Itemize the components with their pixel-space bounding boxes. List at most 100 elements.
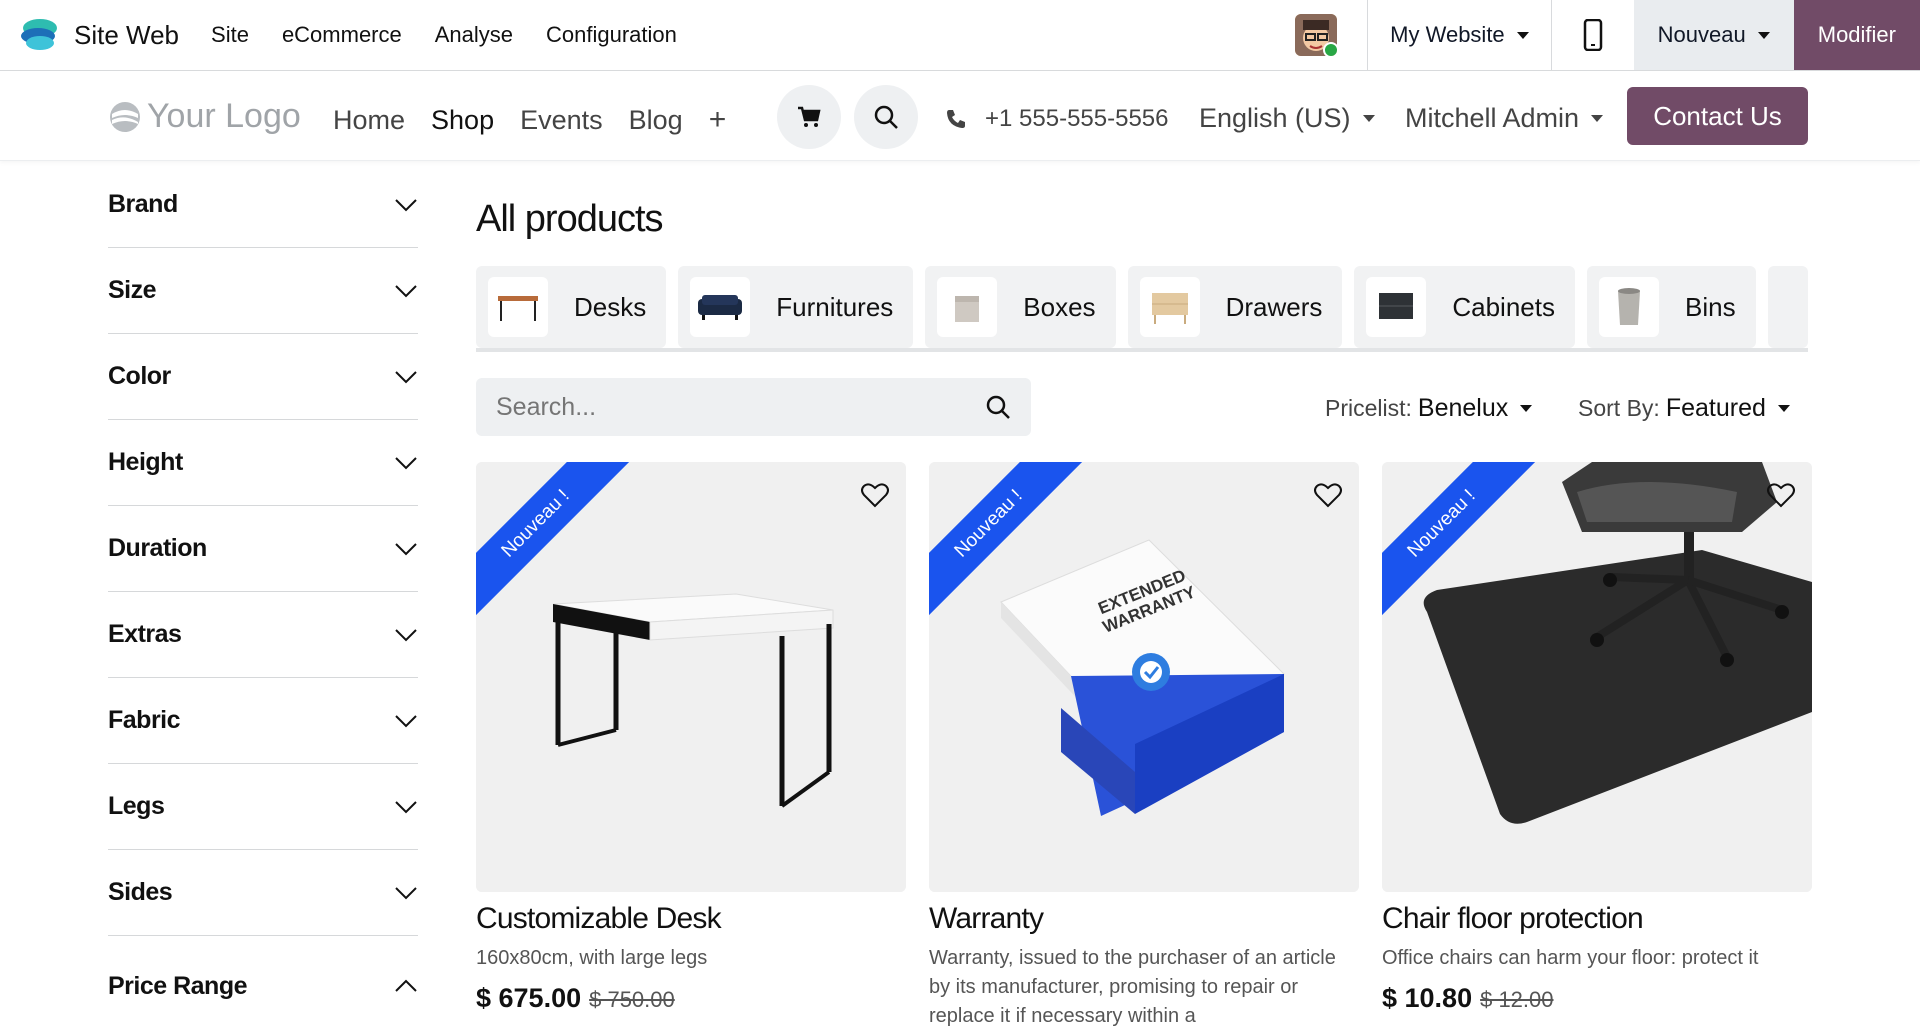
filter-label: Price Range — [108, 971, 248, 1000]
product-image[interactable]: EXTENDED WARRANTY Nouveau ! — [929, 462, 1359, 892]
filter-label: Extras — [108, 620, 182, 648]
filter-label: Brand — [108, 190, 178, 218]
chevron-down-icon — [395, 284, 417, 297]
caret-down-icon — [1591, 115, 1604, 122]
caret-down-icon — [1362, 115, 1375, 122]
nav-blog[interactable]: Blog — [629, 105, 683, 136]
wishlist-heart-icon[interactable] — [1313, 480, 1343, 510]
product-name[interactable]: Customizable Desk — [476, 902, 906, 936]
product-card[interactable]: Nouveau ! Chair floor protection Office … — [1382, 462, 1812, 1014]
category-desks[interactable]: Desks — [476, 266, 667, 348]
filter-label: Height — [108, 448, 183, 476]
category-label: Boxes — [1023, 291, 1096, 322]
filter-price-range[interactable]: Price Range — [108, 936, 418, 1036]
new-content-button[interactable]: Nouveau — [1633, 0, 1794, 70]
category-boxes[interactable]: Boxes — [925, 266, 1116, 348]
category-label: Desks — [574, 291, 647, 322]
category-label: Cabinets — [1452, 291, 1555, 322]
user-avatar[interactable] — [1295, 14, 1338, 56]
filter-size[interactable]: Size — [108, 248, 418, 334]
category-furnitures[interactable]: Furnitures — [678, 266, 914, 348]
sort-selector[interactable]: Sort By: Featured — [1578, 394, 1790, 423]
shopping-cart-icon — [798, 106, 821, 127]
product-image[interactable]: Nouveau ! — [1382, 462, 1812, 892]
chevron-down-icon — [395, 800, 417, 813]
product-image[interactable]: Nouveau ! — [476, 462, 906, 892]
mobile-preview-button[interactable] — [1552, 0, 1634, 70]
app-brand[interactable]: Site Web — [20, 0, 211, 70]
search-button[interactable] — [854, 85, 918, 149]
chevron-down-icon — [395, 628, 417, 641]
product-description: Office chairs can harm your floor: prote… — [1382, 947, 1759, 969]
menu-site[interactable]: Site — [211, 22, 249, 48]
sort-label: Sort By: — [1578, 395, 1660, 421]
drawer-thumbnail — [1139, 277, 1200, 337]
chevron-down-icon — [395, 714, 417, 727]
edit-label: Modifier — [1817, 22, 1896, 47]
add-page-button[interactable]: + — [709, 103, 727, 137]
search-input[interactable] — [496, 392, 936, 422]
filter-duration[interactable]: Duration — [108, 506, 418, 592]
pricelist-selector[interactable]: Pricelist: Benelux — [1325, 394, 1533, 423]
filter-sides[interactable]: Sides — [108, 850, 418, 936]
chevron-down-icon — [395, 370, 417, 383]
filter-legs[interactable]: Legs — [108, 764, 418, 850]
chevron-up-icon — [395, 979, 417, 992]
products-main: All products Desks Furnitures Boxes Draw — [476, 162, 1812, 1027]
menu-ecommerce[interactable]: eCommerce — [282, 22, 402, 48]
bin-thumbnail — [1598, 277, 1659, 337]
product-name[interactable]: Warranty — [929, 902, 1359, 936]
original-price: $ 12.00 — [1480, 987, 1554, 1012]
filter-extras[interactable]: Extras — [108, 592, 418, 678]
user-name: Mitchell Admin — [1405, 103, 1580, 133]
phone-link[interactable]: +1 555-555-5556 — [945, 105, 1169, 133]
category-bins[interactable]: Bins — [1586, 266, 1756, 348]
website-name: My Website — [1390, 22, 1505, 47]
product-card[interactable]: Nouveau ! Customizable Desk 160x80cm, wi… — [476, 462, 906, 1014]
filter-height[interactable]: Height — [108, 420, 418, 506]
category-label: Furnitures — [776, 291, 894, 322]
cabinet-thumbnail — [1366, 277, 1427, 337]
original-price: $ 750.00 — [589, 987, 675, 1012]
filter-fabric[interactable]: Fabric — [108, 678, 418, 764]
site-logo[interactable]: Your Logo — [108, 97, 301, 136]
search-icon — [874, 105, 898, 129]
category-more[interactable] — [1767, 266, 1808, 348]
product-name[interactable]: Chair floor protection — [1382, 902, 1812, 936]
caret-down-icon — [1520, 405, 1533, 412]
product-search — [476, 378, 1031, 436]
edit-button[interactable]: Modifier — [1793, 0, 1920, 70]
current-price: $ 675.00 — [476, 983, 582, 1013]
filter-label: Duration — [108, 534, 207, 562]
category-cabinets[interactable]: Cabinets — [1354, 266, 1575, 348]
sofa-thumbnail — [690, 277, 751, 337]
product-card[interactable]: EXTENDED WARRANTY Nouveau ! Warranty War… — [929, 462, 1359, 1031]
nav-shop[interactable]: Shop — [431, 105, 494, 136]
phone-icon — [947, 110, 965, 128]
nav-home[interactable]: Home — [333, 105, 405, 136]
nav-events[interactable]: Events — [520, 105, 603, 136]
chevron-down-icon — [395, 886, 417, 899]
chevron-down-icon — [395, 456, 417, 469]
user-menu[interactable]: Mitchell Admin — [1405, 103, 1604, 134]
website-switcher[interactable]: My Website — [1368, 22, 1551, 48]
wishlist-heart-icon[interactable] — [1766, 480, 1796, 510]
search-icon[interactable] — [985, 394, 1011, 420]
category-drawers[interactable]: Drawers — [1127, 266, 1343, 348]
category-strip: Desks Furnitures Boxes Drawers Cabinets — [476, 266, 1808, 352]
category-label: Bins — [1684, 291, 1736, 322]
language-selector[interactable]: English (US) — [1199, 103, 1375, 134]
caret-down-icon — [1777, 405, 1790, 412]
filter-color[interactable]: Color — [108, 334, 418, 420]
menu-analyse[interactable]: Analyse — [435, 22, 513, 48]
online-status-dot — [1323, 42, 1338, 56]
filter-brand[interactable]: Brand — [108, 162, 418, 248]
box-thumbnail — [937, 277, 998, 337]
product-price: $ 10.80 $ 12.00 — [1382, 983, 1812, 1014]
filter-label: Fabric — [108, 706, 181, 734]
contact-us-button[interactable]: Contact Us — [1627, 87, 1808, 145]
menu-configuration[interactable]: Configuration — [546, 22, 677, 48]
cart-button[interactable] — [777, 85, 841, 149]
top-bar-right: My Website Nouveau Modifier — [1295, 0, 1920, 70]
wishlist-heart-icon[interactable] — [860, 480, 890, 510]
